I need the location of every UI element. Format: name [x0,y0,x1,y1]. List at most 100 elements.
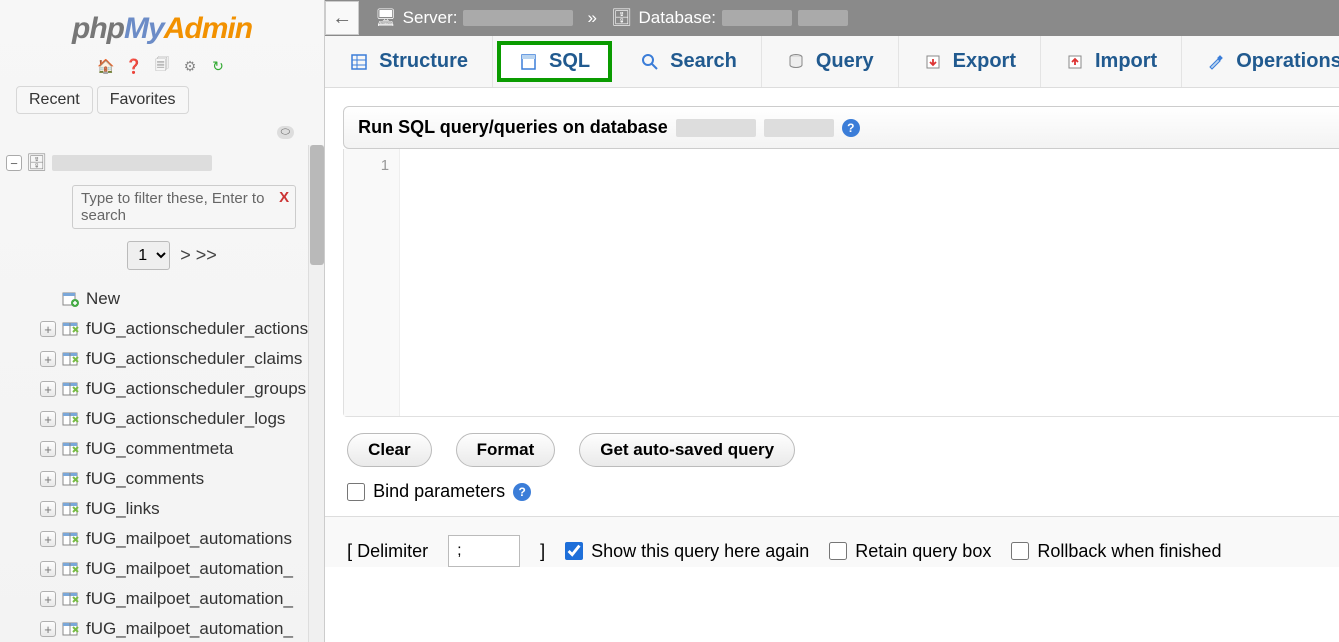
server-name [463,10,573,26]
expand-icon[interactable]: + [40,621,56,637]
logo-part-php: php [72,12,124,45]
sql-heading-text: Run SQL query/queries on database [358,117,668,138]
breadcrumb-database[interactable]: 🗄 Database: [603,8,856,28]
table-row[interactable]: +fUG_mailpoet_automation_ [40,584,308,614]
table-icon [62,471,80,487]
collapse-icon[interactable]: − [6,155,22,171]
format-button[interactable]: Format [456,433,556,467]
show-again-checkbox[interactable] [565,542,583,560]
operations-icon [1206,52,1226,72]
query-icon [786,52,806,72]
tab-search[interactable]: Search [616,36,762,87]
delimiter-close: ] [540,541,545,562]
rollback-option[interactable]: Rollback when finished [1011,541,1221,562]
show-again-option[interactable]: Show this query here again [565,541,809,562]
get-autosaved-button[interactable]: Get auto-saved query [579,433,795,467]
reload-icon[interactable]: ↻ [208,56,228,76]
clear-button[interactable]: Clear [347,433,432,467]
sql-db-name-1 [676,119,756,137]
bind-params-row: Bind parameters ? [343,477,1339,516]
expand-icon[interactable]: + [40,441,56,457]
table-row[interactable]: + fUG_mailpoet_automation_ [40,614,308,642]
table-row[interactable]: +fUG_mailpoet_automation_ [40,554,308,584]
new-table-link[interactable]: New [40,284,308,314]
sql-db-name-2 [764,119,834,137]
server-label: Server: [403,8,458,28]
docs-icon[interactable]: 🗐 [152,56,172,76]
tab-query[interactable]: Query [762,36,899,87]
rollback-label: Rollback when finished [1037,541,1221,562]
table-filter-input[interactable]: Type to filter these, Enter to search X [72,185,296,229]
tab-import[interactable]: Import [1041,36,1182,87]
table-pager: 1 > >> [6,239,308,284]
database-name-1 [722,10,792,26]
bind-params-label: Bind parameters [373,481,505,502]
table-name: fUG_actionscheduler_groups [86,379,306,399]
recent-button[interactable]: Recent [16,86,93,114]
favorites-button[interactable]: Favorites [97,86,189,114]
expand-icon[interactable]: + [40,561,56,577]
expand-icon[interactable]: + [40,501,56,517]
breadcrumb-server[interactable]: 🖥 Server: [367,8,581,28]
clear-filter-icon[interactable]: X [279,189,289,206]
sql-footer-options: [ Delimiter ] Show this query here again… [325,516,1339,567]
expand-icon[interactable]: + [40,411,56,427]
filter-placeholder: Type to filter these, Enter to search [81,190,264,224]
page-select[interactable]: 1 [127,241,170,270]
retain-label: Retain query box [855,541,991,562]
bind-params-checkbox[interactable] [347,483,365,501]
table-row[interactable]: + fUG_comments [40,464,308,494]
tab-operations[interactable]: Operations [1182,36,1339,87]
db-row[interactable]: − 🗄 [6,151,308,181]
collapse-link-icon[interactable]: ⬭ [277,126,294,139]
database-label: Database: [639,8,717,28]
editor-gutter: 1 [344,149,400,416]
home-icon[interactable]: 🏠 [96,56,116,76]
sql-editor[interactable]: 1 [343,149,1339,417]
tab-export[interactable]: Export [899,36,1041,87]
tab-label: Search [670,50,737,73]
retain-option[interactable]: Retain query box [829,541,991,562]
help-icon[interactable]: ❓ [124,56,144,76]
table-name: fUG_links [86,499,160,519]
table-icon [62,591,80,607]
expand-icon[interactable]: + [40,531,56,547]
table-name: fUG_mailpoet_automations [86,529,292,549]
editor-textarea[interactable] [400,149,1339,416]
sql-icon [519,52,539,72]
table-row[interactable]: +fUG_commentmeta [40,434,308,464]
tab-structure[interactable]: Structure [325,36,493,87]
expand-icon[interactable]: + [40,381,56,397]
logo[interactable]: phpMyAdmin [0,0,324,52]
recent-favorites-tabs: Recent Favorites [0,86,324,122]
table-name: fUG_mailpoet_automation_ [86,619,293,639]
sql-action-buttons: Clear Format Get auto-saved query [343,417,1339,477]
help-icon[interactable]: ? [513,483,531,501]
expand-icon[interactable]: + [40,321,56,337]
database-name[interactable] [52,155,212,171]
retain-checkbox[interactable] [829,542,847,560]
table-icon [62,411,80,427]
expand-icon[interactable]: + [40,351,56,367]
table-name: fUG_comments [86,469,204,489]
table-row[interactable]: + fUG_links [40,494,308,524]
table-row[interactable]: + fUG_mailpoet_automations [40,524,308,554]
table-row[interactable]: +fUG_actionscheduler_claims [40,344,308,374]
sidebar: phpMyAdmin 🏠 ❓ 🗐 ⚙ ↻ Recent Favorites ⬭ … [0,0,325,642]
table-row[interactable]: +fUG_actionscheduler_logs [40,404,308,434]
settings-icon[interactable]: ⚙ [180,56,200,76]
help-icon[interactable]: ? [842,119,860,137]
table-row[interactable]: + fUG_actionscheduler_groups [40,374,308,404]
scrollbar-thumb[interactable] [310,145,324,265]
tab-label: SQL [549,50,590,73]
expand-icon[interactable]: + [40,471,56,487]
line-number-1: 1 [344,157,389,174]
tab-sql[interactable]: SQL [497,41,612,82]
table-row[interactable]: +fUG_actionscheduler_actions [40,314,308,344]
expand-icon[interactable]: + [40,591,56,607]
page-next-button[interactable]: > >> [180,245,217,266]
sidebar-scrollbar[interactable] [308,145,324,642]
delimiter-input[interactable] [448,535,520,567]
back-button[interactable]: ← [325,1,359,35]
rollback-checkbox[interactable] [1011,542,1029,560]
